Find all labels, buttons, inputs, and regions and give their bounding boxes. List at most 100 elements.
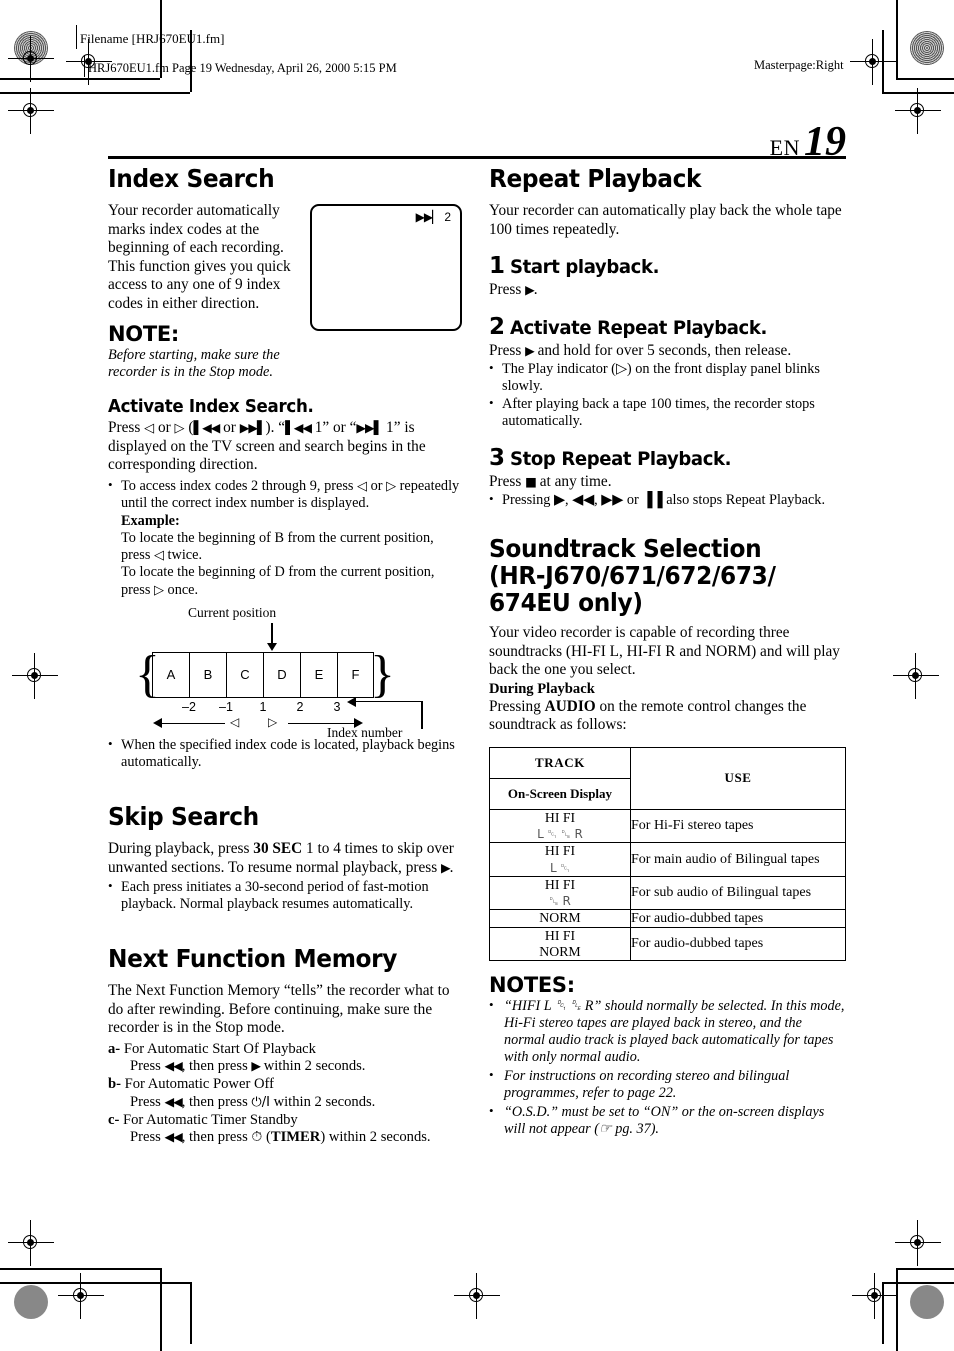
slug-masterpage: Masterpage:Right <box>754 58 844 72</box>
header-rule <box>108 156 846 159</box>
step-2-bullets: The Play indicator (▷) on the front disp… <box>489 360 846 431</box>
table-header-osd: On-Screen Display <box>490 777 630 809</box>
rewind-icon: ◀◀ <box>164 1057 182 1073</box>
heading-repeat-playback: Repeat Playback <box>489 164 702 193</box>
registration-mark-bottom-left-corner <box>8 1220 54 1266</box>
item-label: c- <box>108 1112 120 1129</box>
table-row: HI FI L ␑ For main audio of Bilingual ta… <box>489 842 846 877</box>
tape-cell: D <box>263 651 300 698</box>
index-number-callout-head <box>347 696 356 707</box>
item-title: For Automatic Start Of Playback <box>123 1040 316 1057</box>
during-playback-heading: During Playback <box>489 680 595 697</box>
skip-search-bullet-list: Each press initiates a 30-second period … <box>108 878 463 913</box>
example-line-2: To locate the beginning of D from the cu… <box>121 564 435 598</box>
right-triangle-icon-diagram: ▷ <box>268 714 278 729</box>
current-position-arrow-shaft <box>271 622 273 645</box>
skip-search-body: During playback, press 30 SEC 1 to 4 tim… <box>108 840 454 876</box>
trim-line-bottom-left-h2 <box>0 1282 190 1284</box>
left-column: Index Search ▶▶▏ 2 Your recorder automati… <box>108 165 463 1147</box>
table-header-use: USE <box>630 746 846 810</box>
tape-cell: C <box>226 651 263 698</box>
heading-next-function-memory: Next Function Memory <box>108 944 398 974</box>
heading-line-2: (HR-J670/671/672/673/ <box>489 561 776 591</box>
slug-file-timestamp: HRJ670EU1.fm Page 19 Wednesday, April 26… <box>88 61 397 75</box>
heading-skip-search: Skip Search <box>108 802 259 832</box>
tv-osd-index-number: 2 <box>444 210 451 224</box>
left-triangle-icon-3: ◁ <box>153 548 164 564</box>
density-patch-bottom-right <box>910 1285 944 1319</box>
play-icon-step2: ▶ <box>525 342 535 358</box>
item-instruction: Press ◀◀, then press ▶ within 2 seconds. <box>130 1057 366 1074</box>
speaker-r-icon: ␐ R <box>549 894 571 909</box>
registration-mark-top-left <box>8 36 54 82</box>
list-item: To access index codes 2 through 9, press… <box>108 477 463 512</box>
slug-rule-top <box>76 25 78 49</box>
repeat-playback-intro: Your recorder can automatically play bac… <box>489 202 842 238</box>
track-line-1: HI FI <box>544 927 576 943</box>
trim-line-top-right-h <box>896 78 954 80</box>
table-row: HI FI NORM For audio-dubbed tapes <box>489 926 846 962</box>
note-body: Before starting, make sure the recorder … <box>108 347 280 381</box>
right-triangle-icon: ▷ <box>174 421 185 437</box>
right-triangle-icon-2: ▷ <box>386 478 397 494</box>
trim-line-bottom-left-v2 <box>190 1282 192 1344</box>
registration-mark-top-right-inner <box>850 39 896 85</box>
step-number: 3 <box>489 444 505 471</box>
index-number-callout-horizontal <box>356 700 422 703</box>
registration-mark-mid-right <box>893 653 939 699</box>
step-title: Stop Repeat Playback. <box>510 447 732 470</box>
step-1-instruction: Press ▶. <box>489 281 538 298</box>
play-icon: ▶ <box>440 859 451 875</box>
slug-filename: Filename [HRJ670EU1.fm] <box>80 31 225 46</box>
table-header-row: TRACK On-Screen Display USE <box>489 746 846 810</box>
heading-soundtrack-selection: Soundtrack Selection (HR-J670/671/672/67… <box>489 535 821 616</box>
tape-index-number: 1 <box>259 699 267 714</box>
table-cell-use: For main audio of Bilingual tapes <box>630 842 846 877</box>
example-label: Example: <box>121 513 180 530</box>
speaker-l-icon: L ␑ <box>549 860 571 875</box>
tv-screen-illustration: ▶▶▏ 2 <box>310 204 462 331</box>
trim-line-top-left-h2 <box>0 92 190 94</box>
table-cell-track: HI FI L ␑ ␐ R <box>489 808 631 844</box>
step-3-instruction: Press ■ at any time. <box>489 472 612 490</box>
fast-forward-index-icon: ▶▶▏ <box>415 210 442 224</box>
trim-line-bottom-left-v <box>160 1268 162 1351</box>
reverse-direction-arrow-head <box>153 717 162 728</box>
list-item: “O.S.D.” must be set to “ON” or the on-s… <box>489 1103 846 1138</box>
trim-line-bottom-right-h <box>896 1268 954 1270</box>
table-cell-track: NORM <box>489 909 631 928</box>
notes-heading: NOTES: <box>489 973 575 998</box>
trim-line-bottom-right-v <box>896 1268 898 1351</box>
table-row: NORM For audio-dubbed tapes <box>489 909 846 928</box>
track-line-1: HI FI <box>544 876 576 892</box>
next-function-item-a: a- For Automatic Start Of Playback Press… <box>108 1040 463 1076</box>
during-playback-body: Pressing AUDIO on the remote control cha… <box>489 697 807 734</box>
notes-list: “HIFI L ␑ ␐ R” should normally be select… <box>489 997 846 1138</box>
registration-mark-top-left-corner <box>8 88 54 134</box>
table-cell-use: For sub audio of Bilingual tapes <box>630 875 846 911</box>
play-icon-step1: ▶ <box>525 282 535 297</box>
current-position-label: Current position <box>188 604 277 620</box>
tape-index-diagram: Current position { } A B C D E F –2 –1 1… <box>108 604 463 740</box>
table-cell-use: For Hi-Fi stereo tapes <box>630 808 846 844</box>
registration-mark-mid-left <box>12 653 58 699</box>
step-3-bullets: Pressing ▶, ◀◀, ▶▶ or ▐▐ also stops Repe… <box>489 491 846 509</box>
item-title: For Automatic Timer Standby <box>123 1112 298 1129</box>
step-title: Activate Repeat Playback. <box>510 316 767 339</box>
speaker-lr-icon: L ␑ ␐ R <box>537 827 583 842</box>
index-search-bullet-list: To access index codes 2 through 9, press… <box>108 477 463 512</box>
table-row: HI FI L ␑ ␐ R For Hi-Fi stereo tapes <box>489 808 846 844</box>
right-triangle-icon-3: ▷ <box>153 582 164 598</box>
heading-activate-index-search: Activate Index Search. <box>108 397 314 418</box>
list-item: When the specified index code is located… <box>108 736 463 771</box>
index-number-callout-vertical <box>421 700 423 729</box>
soundtrack-intro: Your video recorder is capable of record… <box>489 624 840 679</box>
index-search-bullet-list-2: When the specified index code is located… <box>108 736 463 771</box>
registration-mark-bottom-left-inner <box>58 1273 104 1319</box>
next-function-item-c: c- For Automatic Timer Standby Press ◀◀,… <box>108 1111 463 1147</box>
power-icon: ⏻/I <box>251 1094 270 1110</box>
heading-line-1: Soundtrack Selection <box>489 534 762 564</box>
list-item: “HIFI L ␑ ␐ R” should normally be select… <box>489 997 846 1066</box>
step-number: 2 <box>489 313 505 340</box>
soundtrack-table: TRACK On-Screen Display USE HI FI L ␑ ␐ … <box>489 746 846 962</box>
